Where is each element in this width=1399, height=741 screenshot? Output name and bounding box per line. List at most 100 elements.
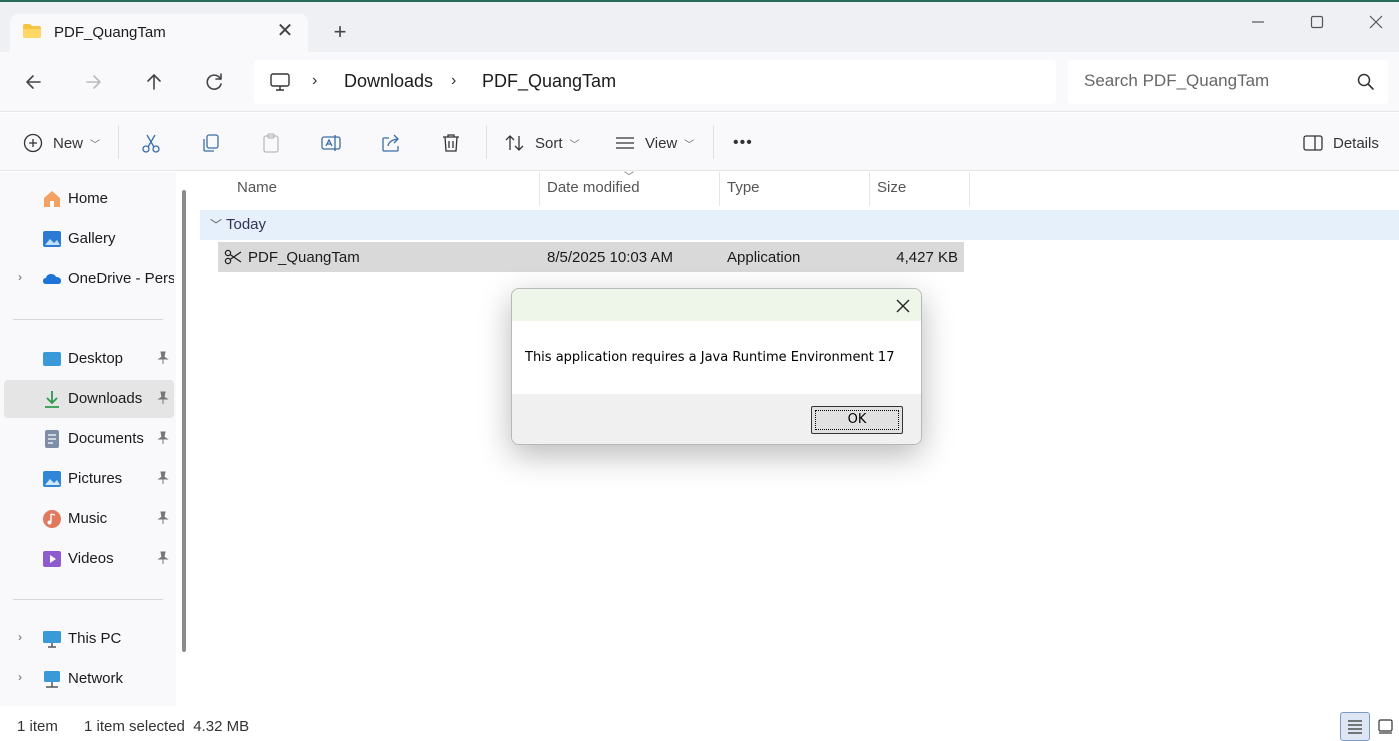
tab-close-icon[interactable]: ✕	[274, 20, 296, 42]
divider	[13, 599, 163, 600]
folder-icon	[23, 24, 41, 38]
sidebar-item-gallery[interactable]: Gallery	[4, 220, 174, 258]
selection-info: 1 item selected 4.32 MB	[84, 718, 250, 735]
sidebar-scrollbar[interactable]	[182, 190, 186, 652]
sidebar-label: Music	[68, 510, 108, 527]
sidebar-label: This PC	[68, 630, 122, 647]
search-input[interactable]	[1084, 71, 1354, 91]
sidebar-label: Gallery	[68, 230, 116, 247]
scissors-app-icon	[224, 249, 242, 265]
file-explorer-window: PDF_QuangTam ✕ + › Downloads › PDF_Quang…	[0, 0, 1399, 741]
this-pc-crumb-icon[interactable]	[268, 70, 292, 94]
pin-icon[interactable]	[156, 351, 170, 365]
pin-icon[interactable]	[156, 431, 170, 445]
sidebar-item-documents[interactable]: Documents	[4, 420, 174, 458]
pin-icon[interactable]	[156, 391, 170, 405]
pin-icon[interactable]	[156, 471, 170, 485]
chevron-right-icon[interactable]: ›	[18, 630, 22, 644]
more-options-button[interactable]: •••	[733, 130, 753, 156]
sidebar-item-network[interactable]: › Network	[4, 660, 174, 698]
column-divider[interactable]	[969, 172, 970, 206]
chevron-down-icon[interactable]: ﹀	[210, 216, 222, 233]
back-arrow-icon[interactable]	[20, 68, 48, 96]
details-view-icon	[1348, 720, 1362, 734]
chevron-right-icon[interactable]: ›	[451, 72, 456, 90]
close-window-button[interactable]	[1364, 10, 1388, 34]
share-button[interactable]	[380, 130, 402, 156]
details-label: Details	[1333, 134, 1379, 152]
breadcrumb-pdf-quangtam[interactable]: PDF_QuangTam	[482, 71, 616, 92]
column-header-name[interactable]: Name	[229, 172, 539, 206]
chevron-right-icon[interactable]: ›	[312, 72, 317, 90]
sidebar-item-videos[interactable]: Videos	[4, 540, 174, 578]
pin-icon[interactable]	[156, 551, 170, 565]
ok-button[interactable]: OK	[811, 406, 903, 434]
details-pane-icon	[1303, 135, 1323, 151]
onedrive-icon	[43, 274, 61, 284]
chevron-right-icon[interactable]: ›	[18, 670, 22, 684]
dialog-close-icon[interactable]	[892, 295, 914, 317]
minimize-icon	[1252, 21, 1264, 23]
home-icon	[44, 191, 60, 207]
sidebar-label: Desktop	[68, 350, 124, 367]
maximize-icon	[1310, 15, 1324, 29]
column-header-size[interactable]: Size	[869, 172, 969, 206]
search-icon[interactable]	[1356, 72, 1376, 92]
cut-button[interactable]	[140, 130, 162, 156]
breadcrumb[interactable]: › Downloads › PDF_QuangTam	[254, 60, 1056, 104]
chevron-right-icon[interactable]: ›	[18, 270, 22, 284]
sidebar-item-music[interactable]: Music	[4, 500, 174, 538]
file-name: PDF_QuangTam	[248, 249, 360, 266]
forward-arrow-icon[interactable]	[80, 68, 108, 96]
divider	[118, 125, 119, 159]
desktop-icon	[43, 352, 61, 366]
view-button[interactable]: View ﹀	[614, 130, 694, 156]
sidebar-item-onedrive[interactable]: › OneDrive - Personal	[4, 260, 174, 298]
copy-button[interactable]	[200, 130, 222, 156]
file-type: Application	[727, 249, 801, 266]
divider	[486, 125, 487, 159]
up-arrow-icon[interactable]	[140, 68, 168, 96]
scissors-icon	[142, 134, 160, 153]
sort-button[interactable]: Sort ﹀	[504, 130, 580, 156]
tab-pdf-quangtam[interactable]: PDF_QuangTam ✕	[10, 14, 308, 54]
table-row[interactable]: PDF_QuangTam 8/5/2025 10:03 AM Applicati…	[218, 242, 964, 272]
group-header-today[interactable]: ﹀ Today	[200, 210, 1399, 240]
close-icon	[1369, 15, 1383, 29]
delete-button[interactable]	[440, 130, 462, 156]
minimize-button[interactable]	[1246, 10, 1270, 34]
sidebar-item-this-pc[interactable]: › This PC	[4, 620, 174, 658]
tiles-view-button[interactable]	[1372, 712, 1399, 741]
gallery-icon	[43, 231, 61, 247]
new-tab-button[interactable]: +	[328, 20, 352, 44]
sidebar-label: Network	[68, 670, 124, 687]
file-size: 4,427 KB	[896, 249, 958, 266]
new-button[interactable]: New ﹀	[22, 130, 100, 156]
pin-icon[interactable]	[156, 511, 170, 525]
paste-button[interactable]	[260, 130, 282, 156]
sort-label: Sort	[535, 134, 563, 152]
refresh-icon[interactable]	[200, 68, 228, 96]
item-count: 1 item	[17, 718, 58, 735]
details-view-button[interactable]	[1340, 712, 1370, 741]
sidebar-label: OneDrive - Personal	[68, 270, 174, 287]
view-lines-icon	[616, 137, 634, 149]
sidebar-item-pictures[interactable]: Pictures	[4, 460, 174, 498]
sidebar-item-downloads[interactable]: Downloads	[4, 380, 174, 418]
details-pane-button[interactable]: Details	[1302, 130, 1379, 156]
sidebar-item-home[interactable]: Home	[4, 180, 174, 218]
column-header-type[interactable]: Type	[719, 172, 869, 206]
dialog-message: This application requires a Java Runtime…	[525, 350, 895, 365]
rename-button[interactable]	[320, 130, 342, 156]
breadcrumb-downloads[interactable]: Downloads	[344, 71, 433, 92]
network-icon	[44, 671, 60, 688]
sidebar-item-desktop[interactable]: Desktop	[4, 340, 174, 378]
dialog-title-bar[interactable]	[512, 289, 921, 321]
documents-icon	[45, 430, 59, 448]
search-box[interactable]	[1068, 60, 1388, 104]
downloads-icon	[45, 391, 59, 408]
maximize-button[interactable]	[1305, 10, 1329, 34]
java-error-dialog: This application requires a Java Runtime…	[511, 288, 922, 445]
column-header-date-modified[interactable]: Date modified	[539, 172, 719, 206]
view-label: View	[645, 134, 678, 152]
